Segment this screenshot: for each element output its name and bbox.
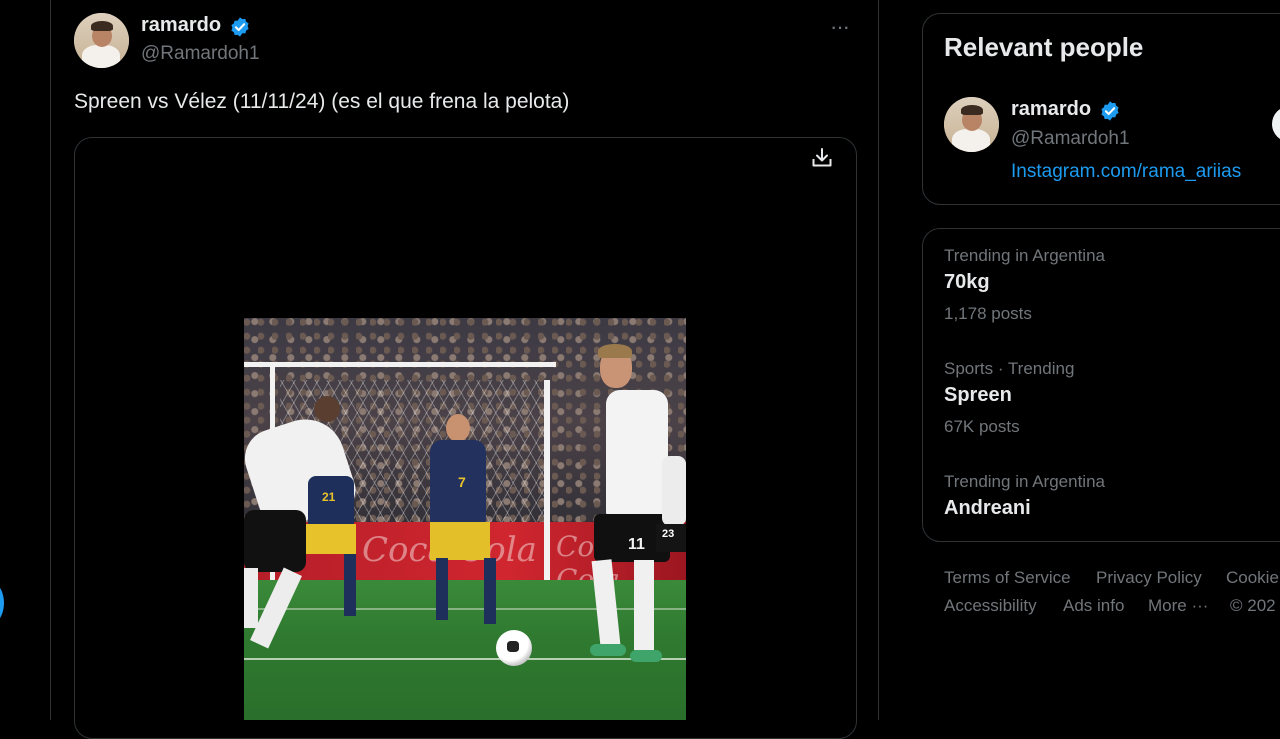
football [496,630,532,666]
trend-name[interactable]: Andreani [944,497,1031,520]
footer-link-terms[interactable]: Terms of Service [944,568,1071,588]
person-avatar[interactable] [944,97,999,152]
goal-post-right [544,380,550,586]
verified-badge-icon [1101,101,1120,121]
author-name[interactable]: ramardo [141,14,221,36]
footer-link-ads-info[interactable]: Ads info [1063,596,1124,616]
pitch-line [244,658,686,660]
person-handle[interactable]: @Ramardoh1 [1011,128,1130,150]
verified-badge-icon [231,17,250,37]
left-divider [50,0,51,720]
person-name[interactable]: ramardo [1011,98,1091,120]
author-avatar[interactable] [74,13,129,68]
video-frame[interactable]: Coca-Cola Coca-Cola 21 7 11 [244,318,686,720]
trend-meta: Trending in Argentina [944,246,1105,265]
trend-count: 1,178 posts [944,304,1032,323]
trend-name[interactable]: 70kg [944,271,990,294]
jersey-number: 11 [628,536,645,553]
download-icon[interactable] [810,146,834,170]
footer-copyright: © 202 [1230,596,1276,615]
jersey-number: 7 [458,474,466,490]
compose-button[interactable] [0,582,4,624]
center-divider [878,0,879,720]
jersey-number: 21 [322,490,336,504]
footer-link-privacy[interactable]: Privacy Policy [1096,568,1202,588]
relevant-people-title: Relevant people [944,32,1144,62]
pitch-line [244,608,686,610]
footer-link-more[interactable]: More ··· [1148,596,1208,616]
trend-count: 67K posts [944,417,1020,436]
footer-link-cookie[interactable]: Cookie [1226,568,1279,588]
footer-link-accessibility[interactable]: Accessibility [944,596,1037,616]
tweet-text: Spreen vs Vélez (11/11/24) (es el que fr… [74,90,570,113]
person-bio-link[interactable]: Instagram.com/rama_ariias [1011,161,1241,183]
trend-meta: Sports · Trending [944,359,1075,378]
goal-crossbar [244,362,556,367]
jersey-number: 23 [662,528,675,540]
author-handle[interactable]: @Ramardoh1 [141,43,260,65]
trend-meta: Trending in Argentina [944,472,1105,491]
trend-name[interactable]: Spreen [944,384,1012,407]
more-options-icon[interactable]: ··· [830,14,850,40]
